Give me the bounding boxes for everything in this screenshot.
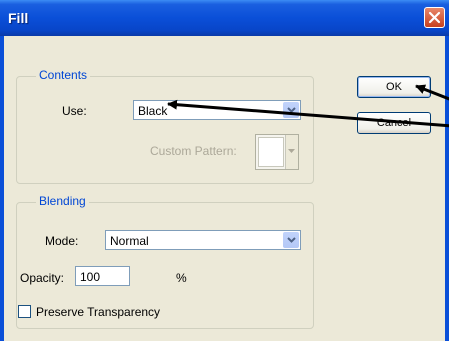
- preserve-transparency-checkbox[interactable]: [18, 305, 31, 318]
- use-dropdown-button[interactable]: [283, 102, 299, 118]
- window-border-right: [445, 36, 449, 341]
- use-label: Use:: [62, 104, 87, 118]
- mode-select[interactable]: Normal: [105, 230, 301, 250]
- mode-value: Normal: [110, 234, 149, 248]
- custom-pattern-label: Custom Pattern:: [150, 144, 237, 158]
- window-border-left: [0, 36, 4, 341]
- opacity-value: 100: [80, 270, 101, 284]
- preserve-transparency-label[interactable]: Preserve Transparency: [36, 305, 160, 319]
- use-select[interactable]: Black: [133, 100, 301, 120]
- pattern-swatch: [258, 137, 284, 167]
- use-value: Black: [138, 104, 168, 118]
- blending-legend: Blending: [36, 194, 89, 208]
- mode-label: Mode:: [45, 234, 79, 248]
- window-title: Fill: [8, 10, 29, 26]
- opacity-label: Opacity:: [20, 271, 65, 285]
- ok-button[interactable]: OK: [357, 76, 431, 98]
- close-icon: [428, 11, 441, 24]
- contents-legend: Contents: [36, 68, 91, 82]
- pattern-dropdown-button[interactable]: [285, 135, 298, 169]
- custom-pattern-picker[interactable]: [255, 134, 299, 170]
- chevron-down-icon: [287, 237, 296, 243]
- fill-dialog: Fill Contents Use: Black Custom Pattern:…: [0, 0, 449, 341]
- chevron-down-icon: [288, 149, 295, 153]
- opacity-input[interactable]: 100: [75, 266, 130, 286]
- opacity-unit: %: [176, 271, 187, 285]
- mode-dropdown-button[interactable]: [283, 232, 299, 248]
- chevron-down-icon: [287, 107, 296, 113]
- cancel-button[interactable]: Cancel: [357, 112, 431, 134]
- close-button[interactable]: [424, 7, 445, 28]
- title-bar[interactable]: Fill: [0, 0, 449, 36]
